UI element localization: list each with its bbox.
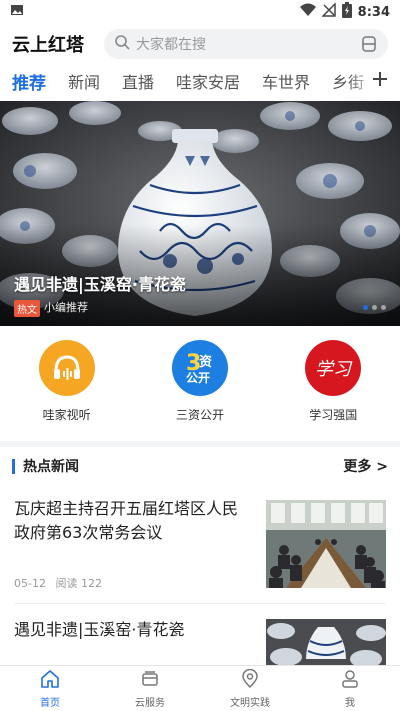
quick-item-sanzi[interactable]: 3 资 公开 三资公开 xyxy=(133,340,266,435)
quick-item-wajia-av[interactable]: 哇家视听 xyxy=(0,340,133,435)
news-meta: 05-12 阅读 122 xyxy=(14,575,108,591)
no-signal-icon xyxy=(320,2,336,21)
hot-news-header: 热点新闻 更多 > xyxy=(0,453,400,479)
wifi-icon xyxy=(299,3,316,21)
sanzi-logo-text2: 公开 xyxy=(186,371,210,385)
gallery-notification-icon xyxy=(10,3,24,21)
tab-news[interactable]: 新闻 xyxy=(68,69,100,93)
news-thumbnail-porcelain xyxy=(266,619,386,665)
tab-cars[interactable]: 车世界 xyxy=(262,69,310,93)
carousel-indicator xyxy=(363,305,386,310)
tab-housing[interactable]: 哇家安居 xyxy=(176,69,240,93)
banner-carousel[interactable]: 遇见非遗|玉溪窑·青花瓷 热文 小编推荐 xyxy=(0,101,400,326)
banner-subtitle: 小编推荐 xyxy=(44,301,88,314)
news-thumbnail-meeting xyxy=(266,500,386,588)
section-divider xyxy=(0,441,400,447)
add-channel-icon[interactable] xyxy=(370,68,390,94)
nav-label: 云服务 xyxy=(135,697,165,709)
quick-item-xuexi[interactable]: 学习 学习强国 xyxy=(267,340,400,435)
hot-tag-badge: 热文 xyxy=(14,300,40,317)
list-separator xyxy=(14,603,386,604)
nav-cloud-service[interactable]: 云服务 xyxy=(100,666,200,711)
user-icon xyxy=(340,669,360,694)
top-bar: 云上红塔 大家都在搜 xyxy=(0,26,400,62)
news-reads: 阅读 122 xyxy=(55,577,102,590)
nav-home[interactable]: 首页 xyxy=(0,666,100,711)
carousel-dot xyxy=(381,305,386,310)
quick-label: 三资公开 xyxy=(175,408,224,422)
sanzi-logo-text: 资 xyxy=(199,354,212,370)
search-input[interactable]: 大家都在搜 xyxy=(104,29,388,59)
tab-recommend[interactable]: 推荐 xyxy=(12,69,46,94)
xuexi-logo-text: 学习 xyxy=(315,359,353,380)
news-title: 瓦庆超主持召开五届红塔区人民政府第63次常务会议 xyxy=(14,499,239,542)
home-icon xyxy=(40,669,60,694)
nav-label: 我 xyxy=(345,697,355,709)
headphones-icon xyxy=(38,340,95,396)
carousel-dot-active xyxy=(363,305,368,310)
xuexi-logo-icon: 学习 xyxy=(305,340,362,396)
news-title: 遇见非遗|玉溪窑·青花瓷 xyxy=(14,620,185,639)
channel-tabs: 推荐 新闻 直播 哇家安居 车世界 乡街 xyxy=(0,64,400,98)
status-bar: 8:34 xyxy=(0,0,400,24)
bottom-navigation: 首页 云服务 文明实践 我 xyxy=(0,665,400,711)
section-accent-bar xyxy=(12,458,15,474)
clock: 8:34 xyxy=(357,4,390,20)
nav-me[interactable]: 我 xyxy=(300,666,400,711)
tab-live[interactable]: 直播 xyxy=(122,69,154,93)
app-title: 云上红塔 xyxy=(12,35,84,56)
quick-label: 学习强国 xyxy=(309,408,358,422)
nav-label: 文明实践 xyxy=(230,697,270,709)
scan-icon[interactable] xyxy=(360,35,378,53)
section-title: 热点新闻 xyxy=(23,459,79,475)
more-link[interactable]: 更多 > xyxy=(343,456,388,476)
news-date: 05-12 xyxy=(14,577,46,590)
battery-charging-icon xyxy=(341,2,352,22)
location-icon xyxy=(240,668,260,694)
sanzi-logo-icon: 3 资 公开 xyxy=(171,340,228,396)
banner-title: 遇见非遗|玉溪窑·青花瓷 xyxy=(14,275,186,294)
nav-civilization-practice[interactable]: 文明实践 xyxy=(200,666,300,711)
cloud-service-icon xyxy=(140,669,160,694)
search-icon xyxy=(114,34,130,54)
carousel-dot xyxy=(372,305,377,310)
search-placeholder: 大家都在搜 xyxy=(136,37,206,53)
nav-label: 首页 xyxy=(40,697,60,709)
quick-entries: 哇家视听 3 资 公开 三资公开 学习 学习强国 xyxy=(0,340,400,435)
quick-label: 哇家视听 xyxy=(42,408,91,422)
